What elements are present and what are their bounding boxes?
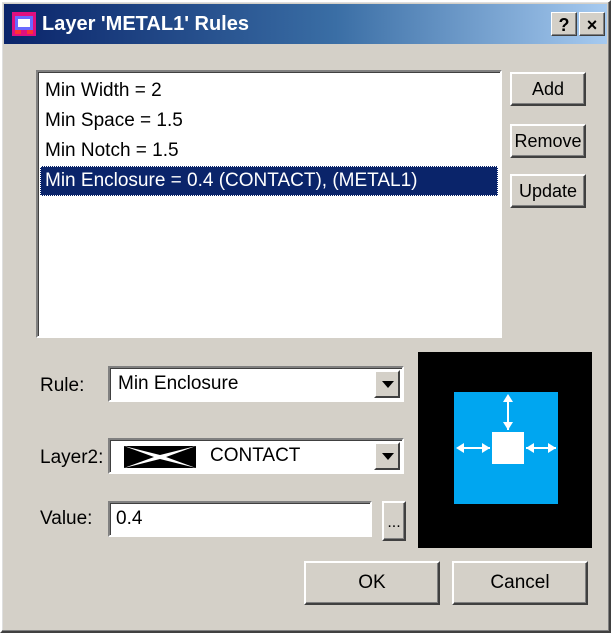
value-input[interactable]	[108, 501, 372, 537]
rule-select-value: Min Enclosure	[118, 373, 239, 394]
ellipsis-button[interactable]: ...	[382, 501, 406, 541]
close-button[interactable]: ×	[579, 12, 605, 36]
layer-pattern-swatch-icon	[124, 446, 196, 468]
help-button[interactable]: ?	[551, 12, 577, 36]
title-bar[interactable]: Layer 'METAL1' Rules ? ×	[4, 4, 607, 44]
rule-label: Rule:	[40, 375, 85, 396]
layer2-select[interactable]: CONTACT	[108, 438, 404, 474]
remove-button[interactable]: Remove	[510, 124, 586, 158]
list-item[interactable]: Min Space = 1.5	[40, 106, 498, 136]
list-item[interactable]: Min Notch = 1.5	[40, 136, 498, 166]
add-button[interactable]: Add	[510, 72, 586, 106]
app-layer-icon	[12, 12, 36, 36]
rule-preview-panel	[418, 352, 592, 548]
chevron-down-icon[interactable]	[374, 370, 400, 398]
ok-button[interactable]: OK	[304, 561, 440, 605]
value-label: Value:	[40, 508, 93, 529]
cancel-button[interactable]: Cancel	[452, 561, 588, 605]
layer2-select-value: CONTACT	[210, 445, 301, 466]
rules-listbox[interactable]: Min Width = 2 Min Space = 1.5 Min Notch …	[36, 70, 502, 338]
update-button[interactable]: Update	[510, 174, 586, 208]
rule-select[interactable]: Min Enclosure	[108, 366, 404, 402]
list-item[interactable]: Min Width = 2	[40, 76, 498, 106]
rules-dialog: Layer 'METAL1' Rules ? × Min Width = 2 M…	[0, 0, 611, 633]
chevron-down-icon[interactable]	[374, 442, 400, 470]
layer2-label: Layer2:	[40, 447, 104, 468]
window-title: Layer 'METAL1' Rules	[42, 13, 249, 35]
list-item-selected[interactable]: Min Enclosure = 0.4 (CONTACT), (METAL1)	[40, 166, 498, 196]
enclosure-diagram-icon	[454, 392, 558, 504]
